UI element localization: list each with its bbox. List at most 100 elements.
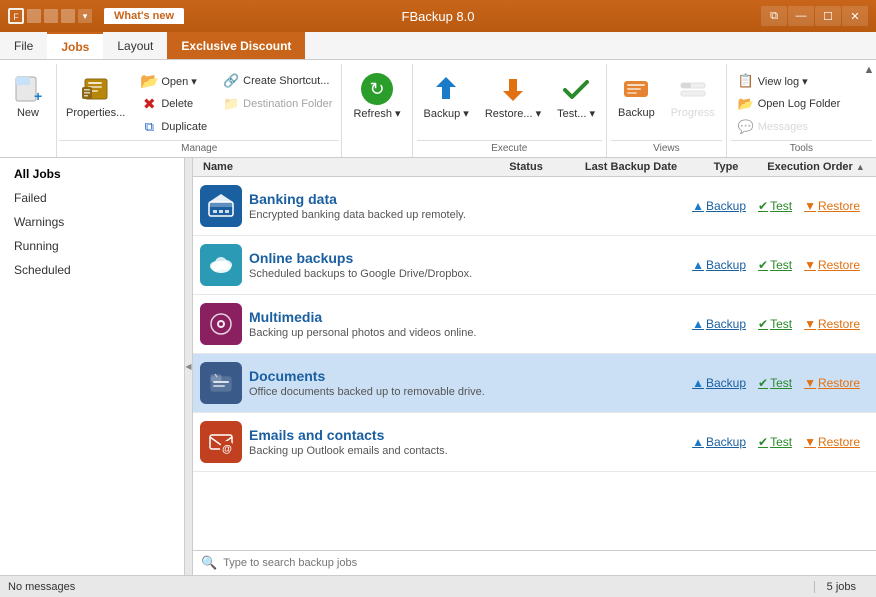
job-list: Banking data Encrypted banking data back… (193, 177, 876, 550)
whats-new-tab[interactable]: What's new (104, 8, 184, 24)
job-title-emails: Emails and contacts (249, 427, 638, 443)
test-action-emails[interactable]: ✔ Test (754, 433, 796, 451)
ribbon-manage-group: Properties... 📂 Open ▾ ✖ Delete ⧉ Duplic… (57, 64, 342, 157)
test-action-online[interactable]: ✔ Test (754, 256, 796, 274)
job-actions-documents: ▲ Backup ✔ Test ▼ Restore (646, 374, 876, 392)
ribbon-views-label: Views (611, 140, 722, 157)
ribbon-new-group: + New - (0, 64, 57, 157)
destfolder-icon: 📁 (223, 96, 239, 112)
test-action-banking[interactable]: ✔ Test (754, 197, 796, 215)
ribbon-collapse-btn[interactable]: ▲ (862, 60, 876, 157)
toolbar-icon-1[interactable] (27, 9, 41, 23)
restore-button[interactable]: Restore... ▾ (478, 68, 548, 125)
toolbar-icon-3[interactable] (61, 9, 75, 23)
job-row-emails[interactable]: @ Emails and contacts Backing up Outlook… (193, 413, 876, 472)
title-bar: F ▾ What's new FBackup 8.0 ⧉ — ☐ ✕ (0, 0, 876, 32)
properties-button[interactable]: Properties... (59, 68, 132, 124)
maximize-btn[interactable]: ☐ (815, 6, 841, 26)
sidebar: All Jobs Failed Warnings Running Schedul… (0, 158, 185, 575)
menu-file[interactable]: File (0, 32, 47, 59)
backup-arrow-icon-4: ▲ (692, 376, 704, 390)
backup-action-banking[interactable]: ▲ Backup (688, 197, 750, 215)
shortcut-icon: 🔗 (223, 73, 239, 89)
duplicate-button[interactable]: ⧉ Duplicate (134, 116, 214, 138)
svg-text:@: @ (222, 444, 232, 455)
messages-button[interactable]: 💬 Messages (731, 116, 848, 138)
properties-icon (80, 73, 112, 105)
close-btn[interactable]: ✕ (842, 6, 868, 26)
viewlog-icon: 📋 (738, 73, 754, 89)
sidebar-item-warnings[interactable]: Warnings (0, 210, 184, 234)
destfolder-button[interactable]: 📁 Destination Folder (216, 93, 339, 115)
job-desc-online: Scheduled backups to Google Drive/Dropbo… (249, 268, 638, 280)
search-bar: 🔍 (193, 550, 876, 575)
job-desc-documents: Office documents backed up to removable … (249, 386, 638, 398)
job-row-online[interactable]: Online backups Scheduled backups to Goog… (193, 236, 876, 295)
progress-button[interactable]: Progress (664, 68, 722, 124)
toolbar-icon-2[interactable] (44, 9, 58, 23)
tools-small-col: 📋 View log ▾ 📂 Open Log Folder 💬 Message… (731, 70, 848, 138)
sidebar-item-all-jobs[interactable]: All Jobs (0, 162, 184, 186)
menu-jobs[interactable]: Jobs (47, 32, 103, 59)
job-icon-online (193, 244, 249, 286)
open-icon: 📂 (141, 73, 157, 89)
backup-action-multimedia[interactable]: ▲ Backup (688, 315, 750, 333)
open-button[interactable]: 📂 Open ▾ (134, 70, 214, 92)
job-icon-banking (193, 185, 249, 227)
search-input[interactable] (223, 557, 868, 569)
restore-arrow-icon-3: ▼ (804, 317, 816, 331)
backup2-button[interactable]: Backup (611, 68, 662, 124)
restore-btn-win[interactable]: ⧉ (761, 6, 787, 26)
sidebar-collapse-handle[interactable]: ◀ (185, 158, 193, 575)
ribbon-tools-group: 📋 View log ▾ 📂 Open Log Folder 💬 Message… (727, 64, 876, 157)
backup-button[interactable]: Backup ▾ (417, 68, 476, 125)
restore-arrow-icon-5: ▼ (804, 435, 816, 449)
restore-action-banking[interactable]: ▼ Restore (800, 197, 864, 215)
job-info-multimedia: Multimedia Backing up personal photos an… (249, 309, 646, 339)
toolbar-dropdown[interactable]: ▾ (78, 9, 92, 23)
restore-arrow-icon-2: ▼ (804, 258, 816, 272)
header-exec[interactable]: Execution Order ▲ (756, 161, 876, 173)
multimedia-icon (200, 303, 242, 345)
app-title: FBackup 8.0 (402, 9, 475, 24)
svg-text:F: F (13, 12, 19, 22)
app-icon: F (8, 8, 24, 24)
backup-arrow-icon-3: ▲ (692, 317, 704, 331)
sidebar-item-failed[interactable]: Failed (0, 186, 184, 210)
job-row-multimedia[interactable]: Multimedia Backing up personal photos an… (193, 295, 876, 354)
job-row-banking[interactable]: Banking data Encrypted banking data back… (193, 177, 876, 236)
logfolder-button[interactable]: 📂 Open Log Folder (731, 93, 848, 115)
header-type: Type (696, 161, 756, 173)
restore-action-online[interactable]: ▼ Restore (800, 256, 864, 274)
header-status: Status (486, 161, 566, 173)
restore-action-emails[interactable]: ▼ Restore (800, 433, 864, 451)
backup-action-documents[interactable]: ▲ Backup (688, 374, 750, 392)
backup-action-online[interactable]: ▲ Backup (688, 256, 750, 274)
test-action-documents[interactable]: ✔ Test (754, 374, 796, 392)
refresh-button[interactable]: ↻ Refresh ▾ (346, 68, 407, 125)
menu-exclusive[interactable]: Exclusive Discount (167, 32, 305, 59)
shortcut-button[interactable]: 🔗 Create Shortcut... (216, 70, 339, 92)
restore-action-multimedia[interactable]: ▼ Restore (800, 315, 864, 333)
job-info-online: Online backups Scheduled backups to Goog… (249, 250, 646, 280)
delete-button[interactable]: ✖ Delete (134, 93, 214, 115)
job-row-documents[interactable]: Documents Office documents backed up to … (193, 354, 876, 413)
job-info-documents: Documents Office documents backed up to … (249, 368, 646, 398)
main-list: Name Status Last Backup Date Type Execut… (193, 158, 876, 575)
menu-layout[interactable]: Layout (103, 32, 167, 59)
ribbon-tools-label: Tools (731, 140, 872, 157)
restore-arrow-icon-4: ▼ (804, 376, 816, 390)
ribbon-execute-group: Backup ▾ Restore... ▾ Test... ▾ (413, 64, 607, 157)
sidebar-item-running[interactable]: Running (0, 234, 184, 258)
viewlog-button[interactable]: 📋 View log ▾ (731, 70, 848, 92)
new-button[interactable]: + New (4, 68, 52, 124)
backup-action-emails[interactable]: ▲ Backup (688, 433, 750, 451)
menu-bar: File Jobs Layout Exclusive Discount (0, 32, 876, 60)
messages-icon: 💬 (738, 119, 754, 135)
sidebar-item-scheduled[interactable]: Scheduled (0, 258, 184, 282)
test-button[interactable]: Test... ▾ (550, 68, 602, 125)
restore-action-documents[interactable]: ▼ Restore (800, 374, 864, 392)
test-action-multimedia[interactable]: ✔ Test (754, 315, 796, 333)
minimize-btn[interactable]: — (788, 6, 814, 26)
status-bar: No messages 5 jobs (0, 575, 876, 597)
